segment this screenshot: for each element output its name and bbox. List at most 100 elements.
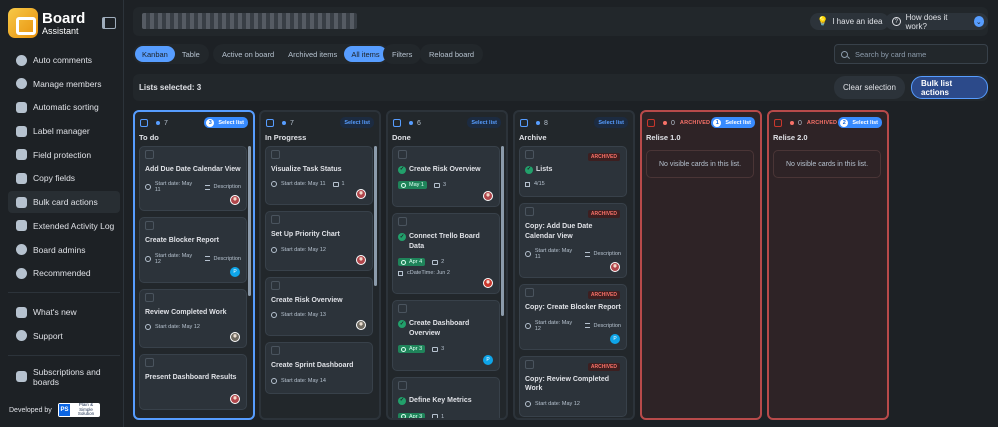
- card-checkbox[interactable]: [145, 358, 154, 368]
- card[interactable]: ARCHIVED Copy: Add Due Date Calendar Vie…: [519, 203, 627, 279]
- brand-name: Board: [42, 9, 86, 27]
- question-icon: ?: [892, 17, 901, 26]
- card[interactable]: Add Due Date Calendar View Start date: M…: [139, 146, 247, 212]
- list-scrollbar[interactable]: [374, 146, 377, 286]
- sidebar-item-label-manager[interactable]: Label manager: [8, 120, 120, 142]
- select-list-button[interactable]: Select list: [467, 117, 501, 128]
- card-checkbox[interactable]: [271, 346, 280, 356]
- tab-archived-items[interactable]: Archived items: [281, 46, 344, 62]
- card[interactable]: ✓ Create Risk Overview May 1 3: [392, 146, 500, 208]
- sidebar-item-extended-activity-log[interactable]: Extended Activity Log: [8, 215, 120, 237]
- sidebar-item-auto-comments[interactable]: Auto comments: [8, 49, 120, 71]
- card-checkbox[interactable]: [398, 217, 407, 227]
- select-list-button[interactable]: Select list: [594, 117, 628, 128]
- list-done: 6 Select list Done ✓ Create Risk Overview…: [386, 110, 508, 420]
- card-title: Create Blocker Report: [145, 237, 219, 245]
- sidebar-item-support[interactable]: Support: [8, 325, 120, 347]
- sidebar-item-subscriptions[interactable]: Subscriptions and boards: [8, 364, 120, 390]
- clock-icon: [271, 377, 277, 384]
- card-checkbox[interactable]: [398, 304, 407, 314]
- count-dot-icon: [282, 121, 286, 125]
- select-list-button[interactable]: 1 Select list: [711, 117, 755, 128]
- tab-all-items[interactable]: All items: [344, 46, 387, 62]
- card-checkbox[interactable]: [145, 292, 154, 302]
- sidebar-item-bulk-card-actions[interactable]: Bulk card actions: [8, 191, 120, 214]
- view-toggle: Kanban Table: [133, 44, 209, 64]
- sidebar-item-field-protection[interactable]: Field protection: [8, 144, 120, 166]
- brand-subtitle: Assistant: [42, 25, 79, 36]
- card-checkbox[interactable]: [271, 280, 280, 290]
- select-list-button[interactable]: Select list: [340, 117, 374, 128]
- card[interactable]: ✓ Create Dashboard Overview Apr 33 P: [392, 300, 500, 372]
- list-checkbox[interactable]: [266, 119, 274, 127]
- select-list-button[interactable]: 2 Select list: [838, 117, 882, 128]
- card[interactable]: Create Risk Overview Start date: May 13: [265, 276, 373, 337]
- plain-simple-logo[interactable]: PS Plain & Simple Solution: [57, 402, 100, 417]
- list-scrollbar[interactable]: [248, 146, 251, 296]
- card[interactable]: Create Blocker Report Start date: May 12…: [139, 217, 247, 283]
- card-checkbox[interactable]: [525, 207, 534, 217]
- sidebar-item-label: Copy fields: [33, 173, 76, 184]
- tab-active-on-board[interactable]: Active on board: [215, 46, 281, 62]
- list-checkbox[interactable]: [520, 119, 528, 127]
- list-checkbox[interactable]: [393, 119, 401, 127]
- card-checkbox[interactable]: [271, 215, 280, 225]
- search-input[interactable]: [855, 49, 975, 59]
- card[interactable]: ✓ Connect Trello Board Data Apr 4 2 cDateT…: [392, 213, 500, 295]
- card-comment-count: 3: [441, 346, 445, 353]
- card-checkbox[interactable]: [145, 150, 154, 159]
- card-start-date: Start date: May 12: [534, 319, 573, 332]
- developed-by-label: Developed by: [9, 406, 52, 414]
- card-checkbox[interactable]: [398, 150, 407, 159]
- count-dot-icon: [536, 121, 540, 125]
- card-checkbox[interactable]: [525, 359, 534, 369]
- how-it-works-button[interactable]: ? How does it work? ⌄: [885, 13, 988, 31]
- sidebar-item-recommended[interactable]: Recommended: [8, 262, 120, 284]
- collapse-sidebar-icon[interactable]: [102, 17, 116, 29]
- list-checkbox[interactable]: [647, 119, 655, 127]
- card[interactable]: Create Sprint Dashboard Start date: May …: [265, 342, 373, 394]
- tab-kanban[interactable]: Kanban: [135, 46, 175, 62]
- sidebar-item-copy-fields[interactable]: Copy fields: [8, 167, 120, 189]
- filters-button[interactable]: Filters: [385, 46, 419, 62]
- list-checkbox[interactable]: [140, 119, 148, 127]
- sidebar-item-manage-members[interactable]: Manage members: [8, 73, 120, 95]
- idea-button[interactable]: 💡 I have an idea: [810, 13, 890, 30]
- sidebar-item-automatic-sorting[interactable]: Automatic sorting: [8, 96, 120, 118]
- item-filter-toggle: Active on board Archived items All items: [213, 44, 389, 64]
- card-checkbox[interactable]: [525, 288, 534, 298]
- card-custom-field: cDateTime: Jun 2: [407, 270, 450, 277]
- card-title: Copy: Add Due Date Calendar View: [525, 223, 593, 240]
- support-icon: [16, 330, 27, 342]
- card[interactable]: ARCHIVED Copy: Create Blocker Report Sta…: [519, 284, 627, 350]
- sidebar: Board Assistant Auto comments Manage mem…: [0, 0, 124, 427]
- card[interactable]: Set Up Priority Chart Start date: May 12: [265, 211, 373, 271]
- card[interactable]: Visualize Task Status Start date: May 11…: [265, 146, 373, 206]
- list-title: In Progress: [265, 133, 307, 142]
- card-checkbox[interactable]: [271, 150, 280, 159]
- check-done-icon: ✓: [398, 233, 406, 242]
- card-due-date: Apr 3: [409, 346, 423, 353]
- card[interactable]: Review Completed Work Start date: May 12: [139, 288, 247, 349]
- sidebar-item-board-admins[interactable]: Board admins: [8, 239, 120, 261]
- card[interactable]: ARCHIVED Copy: Review Completed Work Sta…: [519, 355, 627, 417]
- select-list-button[interactable]: 3 Select list: [204, 117, 248, 128]
- list-relise-1-0: 0 ARCHIVED 1 Select list Relise 1.0 No vi…: [640, 110, 762, 420]
- bulk-list-actions-button[interactable]: Bulk list actions: [911, 76, 988, 99]
- card-checkbox[interactable]: [398, 381, 407, 391]
- card[interactable]: ARCHIVED ✓ Lists 4/15: [519, 146, 627, 198]
- tab-table[interactable]: Table: [175, 46, 207, 62]
- reload-board-button[interactable]: Reload board: [422, 46, 481, 62]
- sidebar-item-whats-new[interactable]: What's new: [8, 301, 120, 323]
- reload-group: Reload board: [420, 44, 484, 64]
- card-checkbox[interactable]: [145, 221, 154, 231]
- card-title: Lists: [536, 166, 553, 173]
- clear-selection-button[interactable]: Clear selection: [834, 76, 905, 99]
- card-title: Define Key Metrics: [409, 397, 472, 405]
- card-checkbox[interactable]: [525, 150, 534, 159]
- ps-logo-icon: PS: [58, 404, 71, 416]
- list-checkbox[interactable]: [774, 119, 782, 127]
- card[interactable]: ✓ Define Key Metrics Apr 3 1: [392, 377, 500, 418]
- card[interactable]: Present Dashboard Results: [139, 354, 247, 410]
- list-scrollbar[interactable]: [501, 146, 504, 316]
